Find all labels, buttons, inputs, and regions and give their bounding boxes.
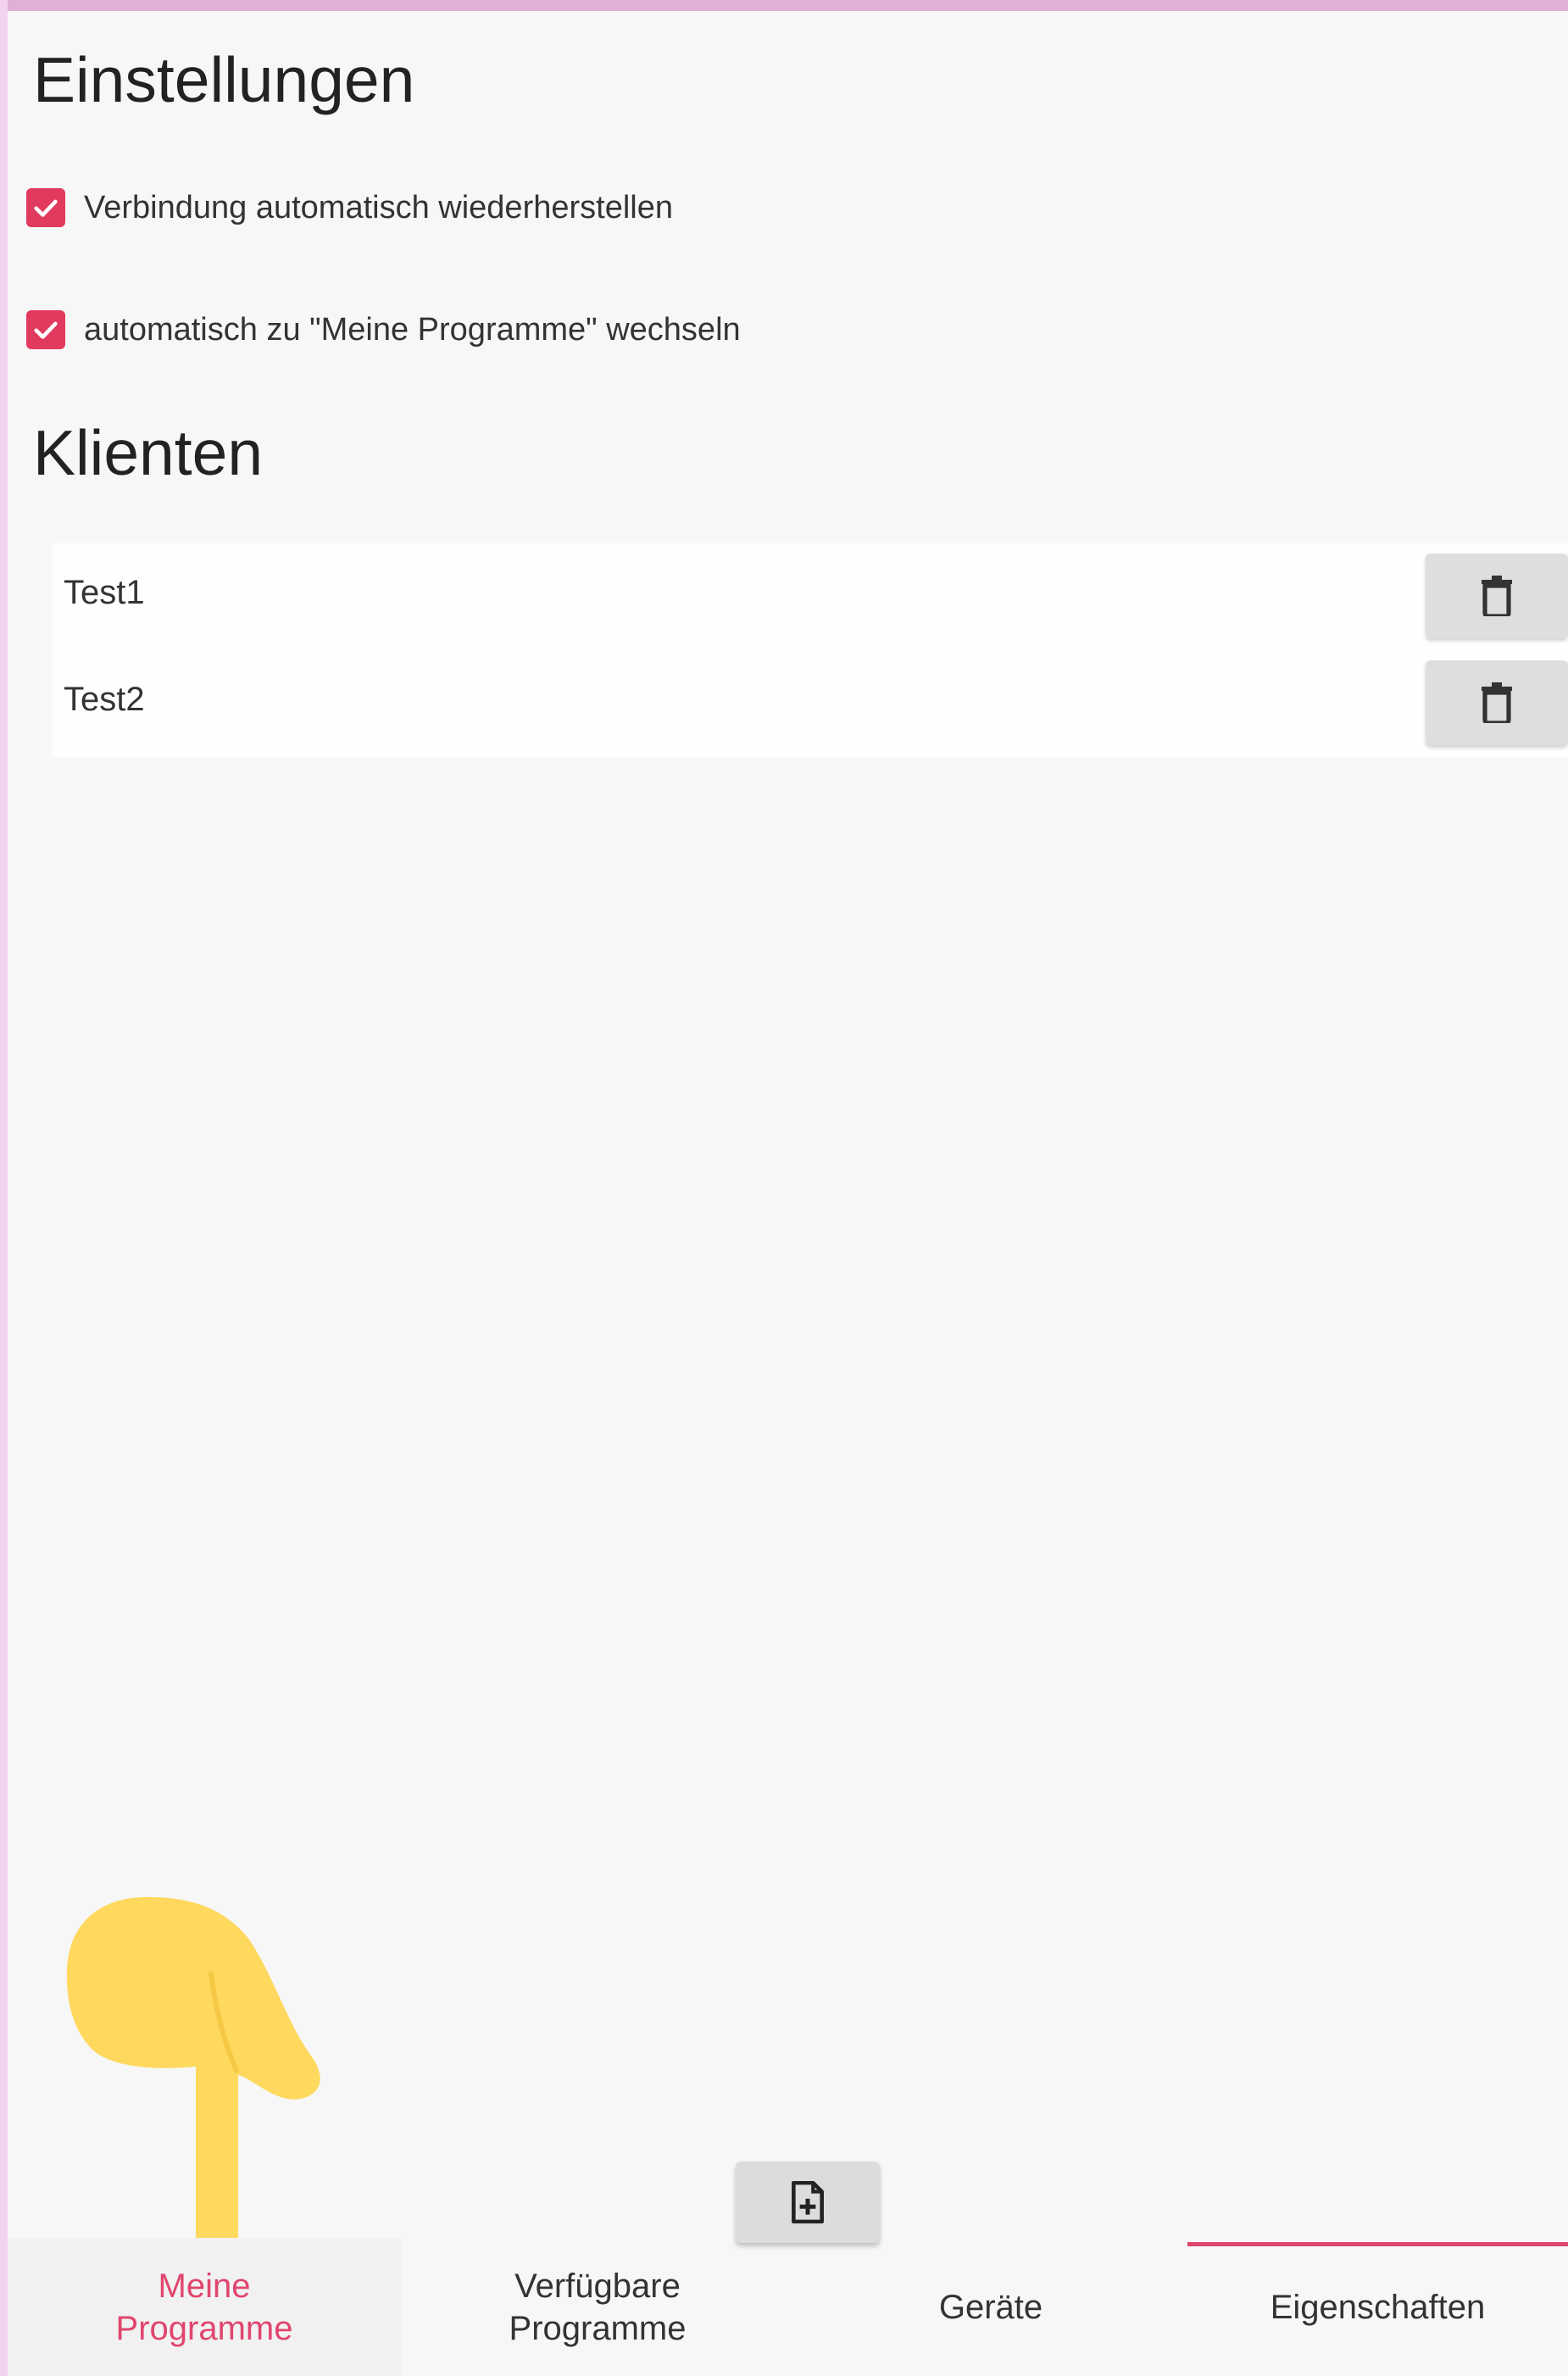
client-name: Test1 xyxy=(64,574,145,611)
window-top-border xyxy=(0,0,1568,11)
tab-label: Eigenschaften xyxy=(1270,2288,1486,2326)
add-file-button[interactable] xyxy=(736,2162,880,2243)
checkmark-icon xyxy=(34,199,58,217)
client-row: Test1 xyxy=(52,543,1568,650)
delete-client-button[interactable] xyxy=(1426,660,1568,745)
setting-label: automatisch zu "Meine Programme" wechsel… xyxy=(84,311,741,348)
delete-client-button[interactable] xyxy=(1426,554,1568,638)
trash-icon xyxy=(1482,576,1512,616)
client-name: Test2 xyxy=(64,681,145,718)
trash-icon xyxy=(1482,682,1512,723)
tab-verfuegbare-programme[interactable]: Verfügbare Programme xyxy=(401,2238,794,2376)
setting-auto-switch[interactable]: automatisch zu "Meine Programme" wechsel… xyxy=(26,306,741,353)
checkmark-icon xyxy=(34,321,58,339)
app-content: Einstellungen Verbindung automatisch wie… xyxy=(8,11,1568,2376)
tab-label: Meine xyxy=(158,2267,251,2305)
tab-eigenschaften[interactable]: Eigenschaften xyxy=(1187,2238,1568,2376)
tab-label: Programme xyxy=(509,2309,687,2347)
pointing-hand-icon xyxy=(58,1897,330,2266)
file-plus-icon xyxy=(792,2181,824,2223)
tab-label: Geräte xyxy=(938,2288,1043,2326)
bottom-tab-bar: Meine Programme Verfügbare Programme Ger… xyxy=(8,2238,1568,2376)
tab-label: Programme xyxy=(115,2309,293,2347)
client-row: Test2 xyxy=(52,650,1568,757)
tab-label: Verfügbare xyxy=(514,2267,681,2305)
setting-auto-reconnect[interactable]: Verbindung automatisch wiederherstellen xyxy=(26,184,673,231)
checkbox-auto-reconnect[interactable] xyxy=(26,188,65,227)
client-list: Test1 Test2 xyxy=(52,543,1568,757)
setting-label: Verbindung automatisch wiederherstellen xyxy=(84,189,673,225)
clients-title: Klienten xyxy=(33,417,264,488)
settings-title: Einstellungen xyxy=(33,44,415,115)
window-left-border xyxy=(0,0,8,2376)
tab-meine-programme[interactable]: Meine Programme xyxy=(8,2238,401,2376)
checkbox-auto-switch[interactable] xyxy=(26,310,65,349)
tab-selected-indicator xyxy=(1187,2242,1568,2246)
tab-geraete[interactable]: Geräte xyxy=(794,2238,1187,2376)
